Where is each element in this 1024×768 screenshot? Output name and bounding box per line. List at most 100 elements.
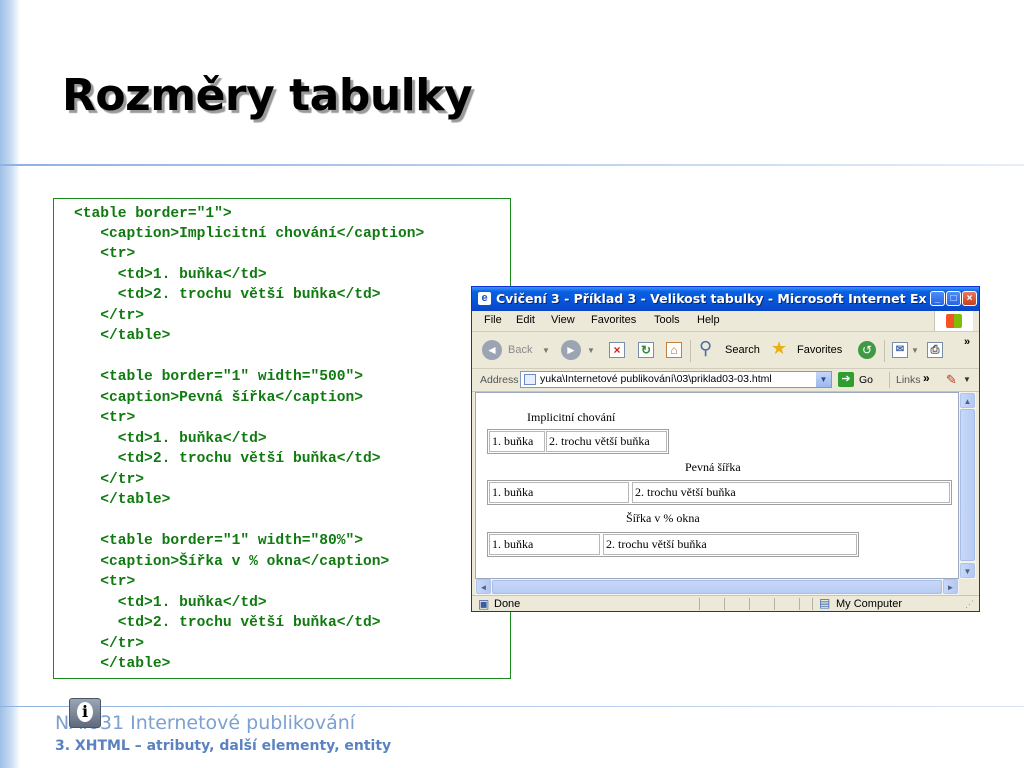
table-cell: 2. trochu větší buňka xyxy=(546,431,667,452)
home-icon[interactable]: ⌂ xyxy=(666,342,682,358)
menu-favorites[interactable]: Favorites xyxy=(591,314,636,326)
menu-view[interactable]: View xyxy=(551,314,575,326)
code-line: <table border="1" width="80%"> xyxy=(74,533,364,549)
toolbar-options-icon[interactable]: ✎ xyxy=(946,372,957,388)
toolbar-separator xyxy=(690,340,691,362)
toolbar-separator xyxy=(884,340,885,362)
go-arrow-icon[interactable]: ➔ xyxy=(838,372,854,387)
history-icon[interactable]: ↺ xyxy=(858,341,876,359)
page-icon xyxy=(524,374,536,385)
links-overflow-icon[interactable]: » xyxy=(923,371,930,385)
maximize-button[interactable]: □ xyxy=(946,291,961,306)
code-line: <td>2. trochu větší buňka</td> xyxy=(74,451,381,467)
forward-arrow-icon[interactable]: ► xyxy=(561,340,581,360)
status-divider xyxy=(724,598,725,610)
code-line: <tr> xyxy=(74,574,136,590)
code-line: <tr> xyxy=(74,246,136,262)
demo-table-percent: 1. buňka 2. trochu větší buňka xyxy=(487,532,859,557)
scroll-right-button[interactable]: ► xyxy=(943,579,958,594)
info-icon[interactable]: i xyxy=(69,698,101,728)
menu-bar: File Edit View Favorites Tools Help xyxy=(472,311,979,332)
page-status-icon: ▣ xyxy=(478,597,490,611)
ie-browser-window[interactable]: e Cvičení 3 - Příklad 3 - Velikost tabul… xyxy=(471,286,980,612)
table-cell: 1. buňka xyxy=(489,482,629,503)
code-line: </table> xyxy=(74,328,171,344)
scroll-left-button[interactable]: ◄ xyxy=(476,579,491,594)
page-content-area[interactable]: Implicitní chování 1. buňka 2. trochu vě… xyxy=(475,392,959,579)
mail-dropdown-icon[interactable]: ▼ xyxy=(911,346,919,355)
table-cell: 1. buňka xyxy=(489,534,600,555)
status-text: Done xyxy=(494,598,521,610)
back-dropdown-icon[interactable]: ▼ xyxy=(542,346,550,355)
print-icon[interactable]: ⎙ xyxy=(927,342,943,358)
toolbar-options-dropdown-icon[interactable]: ▼ xyxy=(963,375,971,384)
links-label[interactable]: Links xyxy=(896,374,921,386)
horizontal-scrollbar[interactable]: ◄ ► xyxy=(475,579,959,595)
toolbar-overflow-icon[interactable]: » xyxy=(964,336,970,348)
code-line: </tr> xyxy=(74,308,145,324)
code-line: <td>1. buňka</td> xyxy=(74,431,267,447)
computer-zone-icon: ▤ xyxy=(819,596,831,610)
table-cell: 1. buňka xyxy=(489,431,545,452)
back-button-label[interactable]: Back xyxy=(508,344,532,356)
favorites-button-label[interactable]: Favorites xyxy=(797,344,842,356)
mail-icon[interactable]: ✉ xyxy=(892,342,908,358)
address-value[interactable]: yuka\Internetové publikování\03\priklad0… xyxy=(540,373,772,385)
forward-dropdown-icon[interactable]: ▼ xyxy=(587,346,595,355)
stop-icon[interactable]: × xyxy=(609,342,625,358)
slide-title: Rozměry tabulky xyxy=(62,70,473,121)
menu-edit[interactable]: Edit xyxy=(516,314,535,326)
demo-table-implicit: 1. buňka 2. trochu větší buňka xyxy=(487,429,669,454)
menu-tools[interactable]: Tools xyxy=(654,314,680,326)
back-arrow-icon[interactable]: ◄ xyxy=(482,340,502,360)
menu-help[interactable]: Help xyxy=(697,314,720,326)
horizontal-scrollbar-thumb[interactable] xyxy=(492,580,942,594)
address-input[interactable]: yuka\Internetové publikování\03\priklad0… xyxy=(520,371,832,388)
favorites-star-icon[interactable]: ★ xyxy=(771,338,787,359)
address-bar: Address yuka\Internetové publikování\03\… xyxy=(472,369,979,392)
code-line: <caption>Implicitní chování</caption> xyxy=(74,226,425,242)
vertical-scrollbar[interactable]: ▲ ▼ xyxy=(959,392,976,579)
demo-caption-implicit: Implicitní chování xyxy=(527,410,616,424)
refresh-icon[interactable]: ↻ xyxy=(638,342,654,358)
minimize-button[interactable]: _ xyxy=(930,291,945,306)
footer-divider xyxy=(0,706,1024,707)
go-button-label[interactable]: Go xyxy=(859,374,873,386)
code-line: </tr> xyxy=(74,636,145,652)
ie-logo-icon: e xyxy=(478,292,491,305)
demo-table-fixed: 1. buňka 2. trochu větší buňka xyxy=(487,480,952,505)
scroll-down-button[interactable]: ▼ xyxy=(960,563,975,578)
status-divider xyxy=(812,598,813,610)
code-line: </table> xyxy=(74,656,171,672)
toolbar-separator xyxy=(889,372,890,388)
zone-text: My Computer xyxy=(836,598,903,610)
window-title: Cvičení 3 - Příklad 3 - Velikost tabulky… xyxy=(496,291,926,306)
address-dropdown-icon[interactable]: ▼ xyxy=(816,372,831,387)
table-cell: 2. trochu větší buňka xyxy=(603,534,857,555)
code-line: </tr> xyxy=(74,472,145,488)
code-line: <caption>Šířka v % okna</caption> xyxy=(74,554,390,570)
standard-toolbar: ◄ Back ▼ ► ▼ × ↻ ⌂ ⚲ Search ★ Favorites … xyxy=(472,332,979,369)
code-line: <table border="1"> xyxy=(74,206,232,222)
windows-logo-icon xyxy=(934,311,973,331)
code-sample-box: <table border="1"> <caption>Implicitní c… xyxy=(53,198,511,679)
slide-accent-bar xyxy=(0,0,20,768)
status-divider xyxy=(774,598,775,610)
menu-file[interactable]: File xyxy=(484,314,502,326)
scrollbar-thumb[interactable] xyxy=(960,409,975,561)
address-label: Address xyxy=(480,374,519,386)
code-line: <tr> xyxy=(74,410,136,426)
close-button[interactable]: × xyxy=(962,291,977,306)
resize-grip-icon[interactable]: ⋰ xyxy=(965,599,974,610)
code-line: <td>2. trochu větší buňka</td> xyxy=(74,287,381,303)
search-button-label[interactable]: Search xyxy=(725,344,760,356)
scroll-up-button[interactable]: ▲ xyxy=(960,393,975,408)
status-bar: ▣ Done ▤ My Computer ⋰ xyxy=(472,595,979,612)
code-line: </table> xyxy=(74,492,171,508)
status-divider xyxy=(749,598,750,610)
code-line: <td>1. buňka</td> xyxy=(74,267,267,283)
code-line: <caption>Pevná šířka</caption> xyxy=(74,390,364,406)
search-icon[interactable]: ⚲ xyxy=(699,338,712,359)
demo-caption-fixed: Pevná šířka xyxy=(685,460,741,474)
window-titlebar[interactable]: e Cvičení 3 - Příklad 3 - Velikost tabul… xyxy=(472,287,979,311)
